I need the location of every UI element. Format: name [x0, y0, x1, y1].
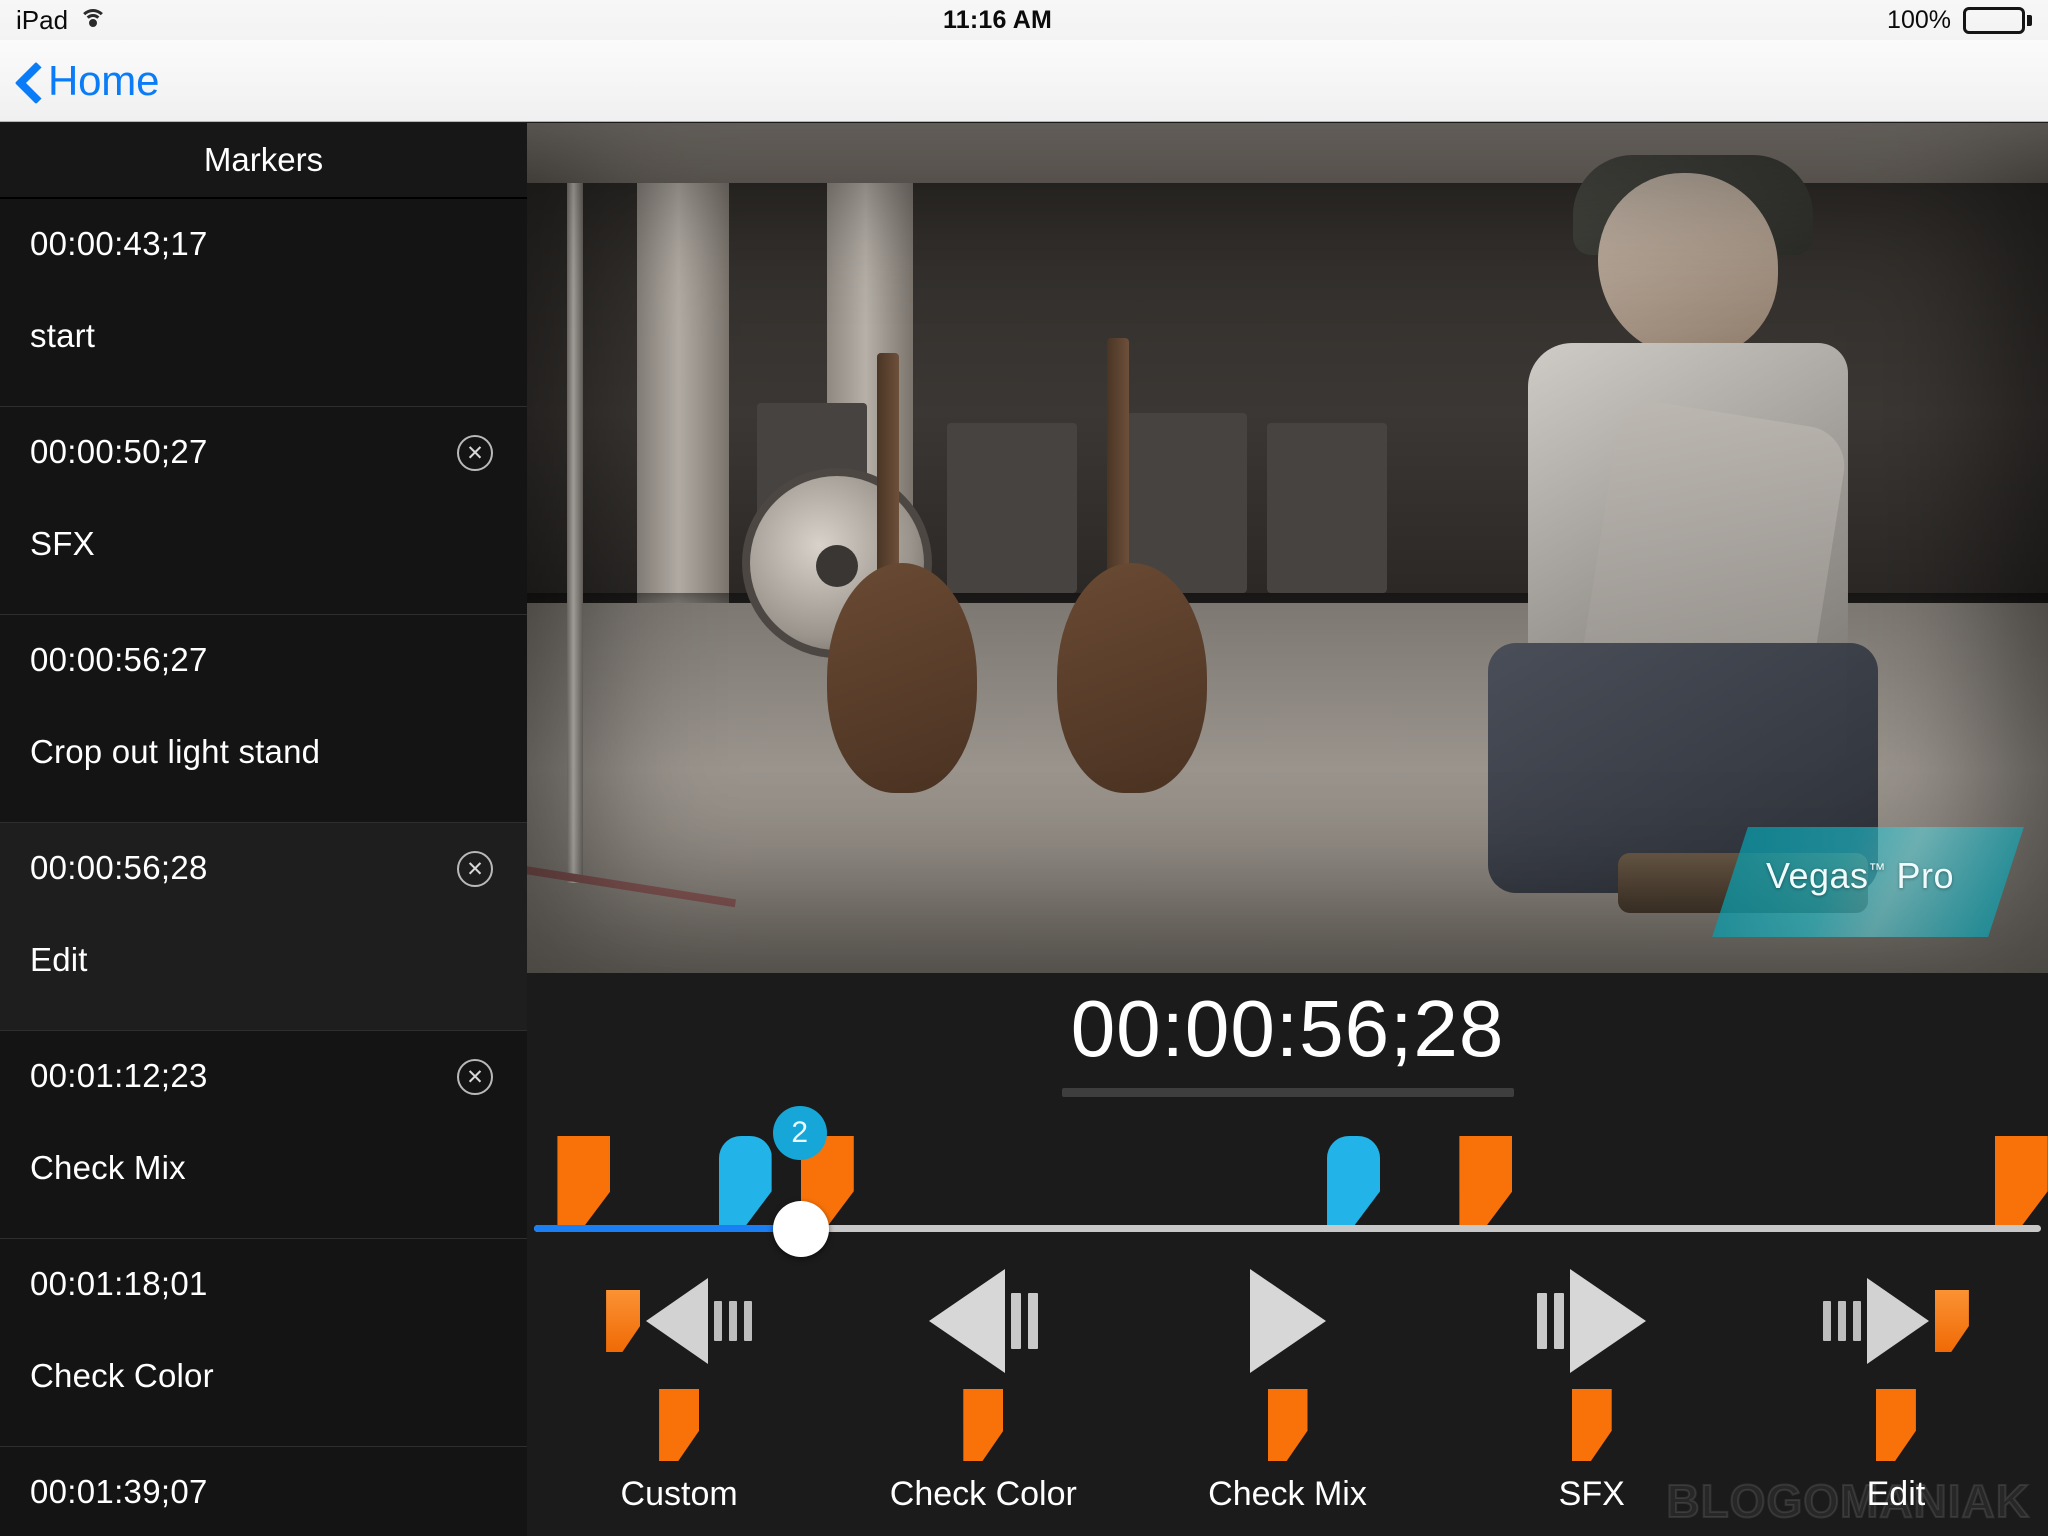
marker-count-badge: 2	[772, 1106, 827, 1160]
marker-list-item[interactable]: 00:00:43;17 start	[0, 199, 527, 407]
vegas-brand-suffix: Pro	[1886, 855, 1955, 896]
preset-button-custom[interactable]: Custom	[527, 1381, 831, 1536]
battery-full-icon	[1963, 6, 2032, 34]
pause-bars-icon	[1010, 1293, 1038, 1349]
marker-timecode: 00:00:56;28	[30, 849, 208, 886]
delete-marker-icon[interactable]: ✕	[457, 1059, 493, 1095]
delete-marker-icon[interactable]: ✕	[457, 851, 493, 887]
marker-timecode: 00:00:43;17	[30, 225, 208, 262]
scrubber-track[interactable]	[527, 1201, 2048, 1257]
preset-label: Custom	[620, 1475, 738, 1513]
chevron-left-icon	[14, 61, 40, 101]
marker-list-item[interactable]: 00:01:12;23 Check Mix ✕	[0, 1031, 527, 1239]
scrubber-progress-fill	[534, 1225, 801, 1232]
play-button[interactable]	[1135, 1261, 1439, 1381]
back-button-label: Home	[48, 56, 160, 104]
rewind-icon	[928, 1269, 1005, 1373]
transport-controls	[527, 1261, 2048, 1381]
flag-icon	[1875, 1389, 1916, 1461]
rewind-button[interactable]	[831, 1261, 1135, 1381]
timeline-marker-flag[interactable]	[1459, 1136, 1513, 1228]
timeline-marker-flag[interactable]	[557, 1136, 611, 1228]
fast-forward-button[interactable]	[1440, 1261, 1744, 1381]
pause-bars-icon	[1537, 1293, 1565, 1349]
tick-bars-icon	[1822, 1301, 1861, 1341]
preset-button-check-color[interactable]: Check Color	[831, 1381, 1135, 1536]
flag-icon	[659, 1389, 700, 1461]
preset-label: Check Color	[889, 1475, 1077, 1513]
nav-bar: Home	[0, 40, 2048, 122]
marker-list-item[interactable]: 00:00:50;27 SFX ✕	[0, 407, 527, 615]
markers-panel-title: Markers	[0, 123, 527, 199]
timeline-markers[interactable]: 2	[527, 1106, 2048, 1228]
tick-bars-icon	[714, 1301, 753, 1341]
back-button[interactable]: Home	[0, 57, 159, 105]
marker-timecode: 00:01:18;01	[30, 1265, 208, 1302]
flag-icon	[963, 1389, 1004, 1461]
timeline-marker-flag[interactable]	[718, 1136, 772, 1228]
site-watermark: BLOGOMANIAK	[1665, 1474, 2030, 1528]
marker-name: Edit	[30, 941, 88, 978]
marker-name: Check Mix	[30, 1149, 186, 1186]
timeline-marker-flag[interactable]	[1327, 1136, 1381, 1228]
marker-list-item[interactable]: 00:01:39;07	[0, 1447, 527, 1536]
play-icon	[1249, 1269, 1326, 1373]
status-bar-clock: 11:16 AM	[943, 5, 1053, 34]
markers-sidebar[interactable]: Markers 00:00:43;17 start 00:00:50;27 SF…	[0, 123, 527, 1536]
timeline-marker-flag[interactable]	[1994, 1136, 2048, 1228]
transport-panel: 00:00:56;28 2 Custom Check Color Check M…	[527, 973, 2048, 1536]
wifi-icon	[78, 9, 108, 31]
video-preview[interactable]: Vegas™ Pro	[527, 123, 2048, 973]
current-timecode-display[interactable]: 00:00:56;28	[527, 983, 2048, 1075]
next-marker-button[interactable]	[1744, 1261, 2048, 1381]
battery-percent: 100%	[1887, 5, 1951, 34]
marker-timecode: 00:01:12;23	[30, 1057, 208, 1094]
marker-list-item[interactable]: 00:01:18;01 Check Color	[0, 1239, 527, 1447]
status-bar-left: iPad	[0, 5, 108, 36]
fast-forward-icon	[1570, 1269, 1647, 1373]
status-bar-right: 100%	[1887, 6, 2048, 35]
marker-name: Check Color	[30, 1357, 214, 1394]
app-root: iPad 11:16 AM 100% Home Markers 00:00:43…	[0, 0, 2048, 1536]
delete-marker-icon[interactable]: ✕	[457, 435, 493, 471]
marker-list-item[interactable]: 00:00:56;27 Crop out light stand	[0, 615, 527, 823]
vegas-pro-watermark: Vegas™ Pro	[1712, 827, 2024, 937]
status-bar: iPad 11:16 AM 100%	[0, 0, 2048, 40]
marker-timecode: 00:00:50;27	[30, 433, 208, 470]
flag-icon	[1571, 1389, 1612, 1461]
preset-button-check-mix[interactable]: Check Mix	[1135, 1381, 1439, 1536]
preset-label: SFX	[1558, 1475, 1625, 1513]
vegas-brand-text: Vegas	[1765, 855, 1869, 896]
flag-rewind-icon	[606, 1290, 641, 1352]
trademark-symbol: ™	[1868, 860, 1887, 879]
marker-list-item[interactable]: 00:00:56;28 Edit ✕	[0, 823, 527, 1031]
flag-forward-icon	[1934, 1290, 1969, 1352]
timecode-underline	[1061, 1088, 1514, 1097]
marker-name: start	[30, 317, 96, 354]
marker-timecode: 00:01:39;07	[30, 1473, 208, 1510]
previous-marker-button[interactable]	[527, 1261, 831, 1381]
arrow-left-icon	[646, 1278, 709, 1364]
scrubber-handle[interactable]	[772, 1201, 829, 1257]
marker-name: Crop out light stand	[30, 733, 321, 770]
flag-icon	[1267, 1389, 1308, 1461]
marker-timecode: 00:00:56;27	[30, 641, 208, 678]
device-name: iPad	[16, 4, 69, 35]
marker-name: SFX	[30, 525, 95, 562]
arrow-right-icon	[1866, 1278, 1929, 1364]
preset-label: Check Mix	[1208, 1475, 1367, 1513]
